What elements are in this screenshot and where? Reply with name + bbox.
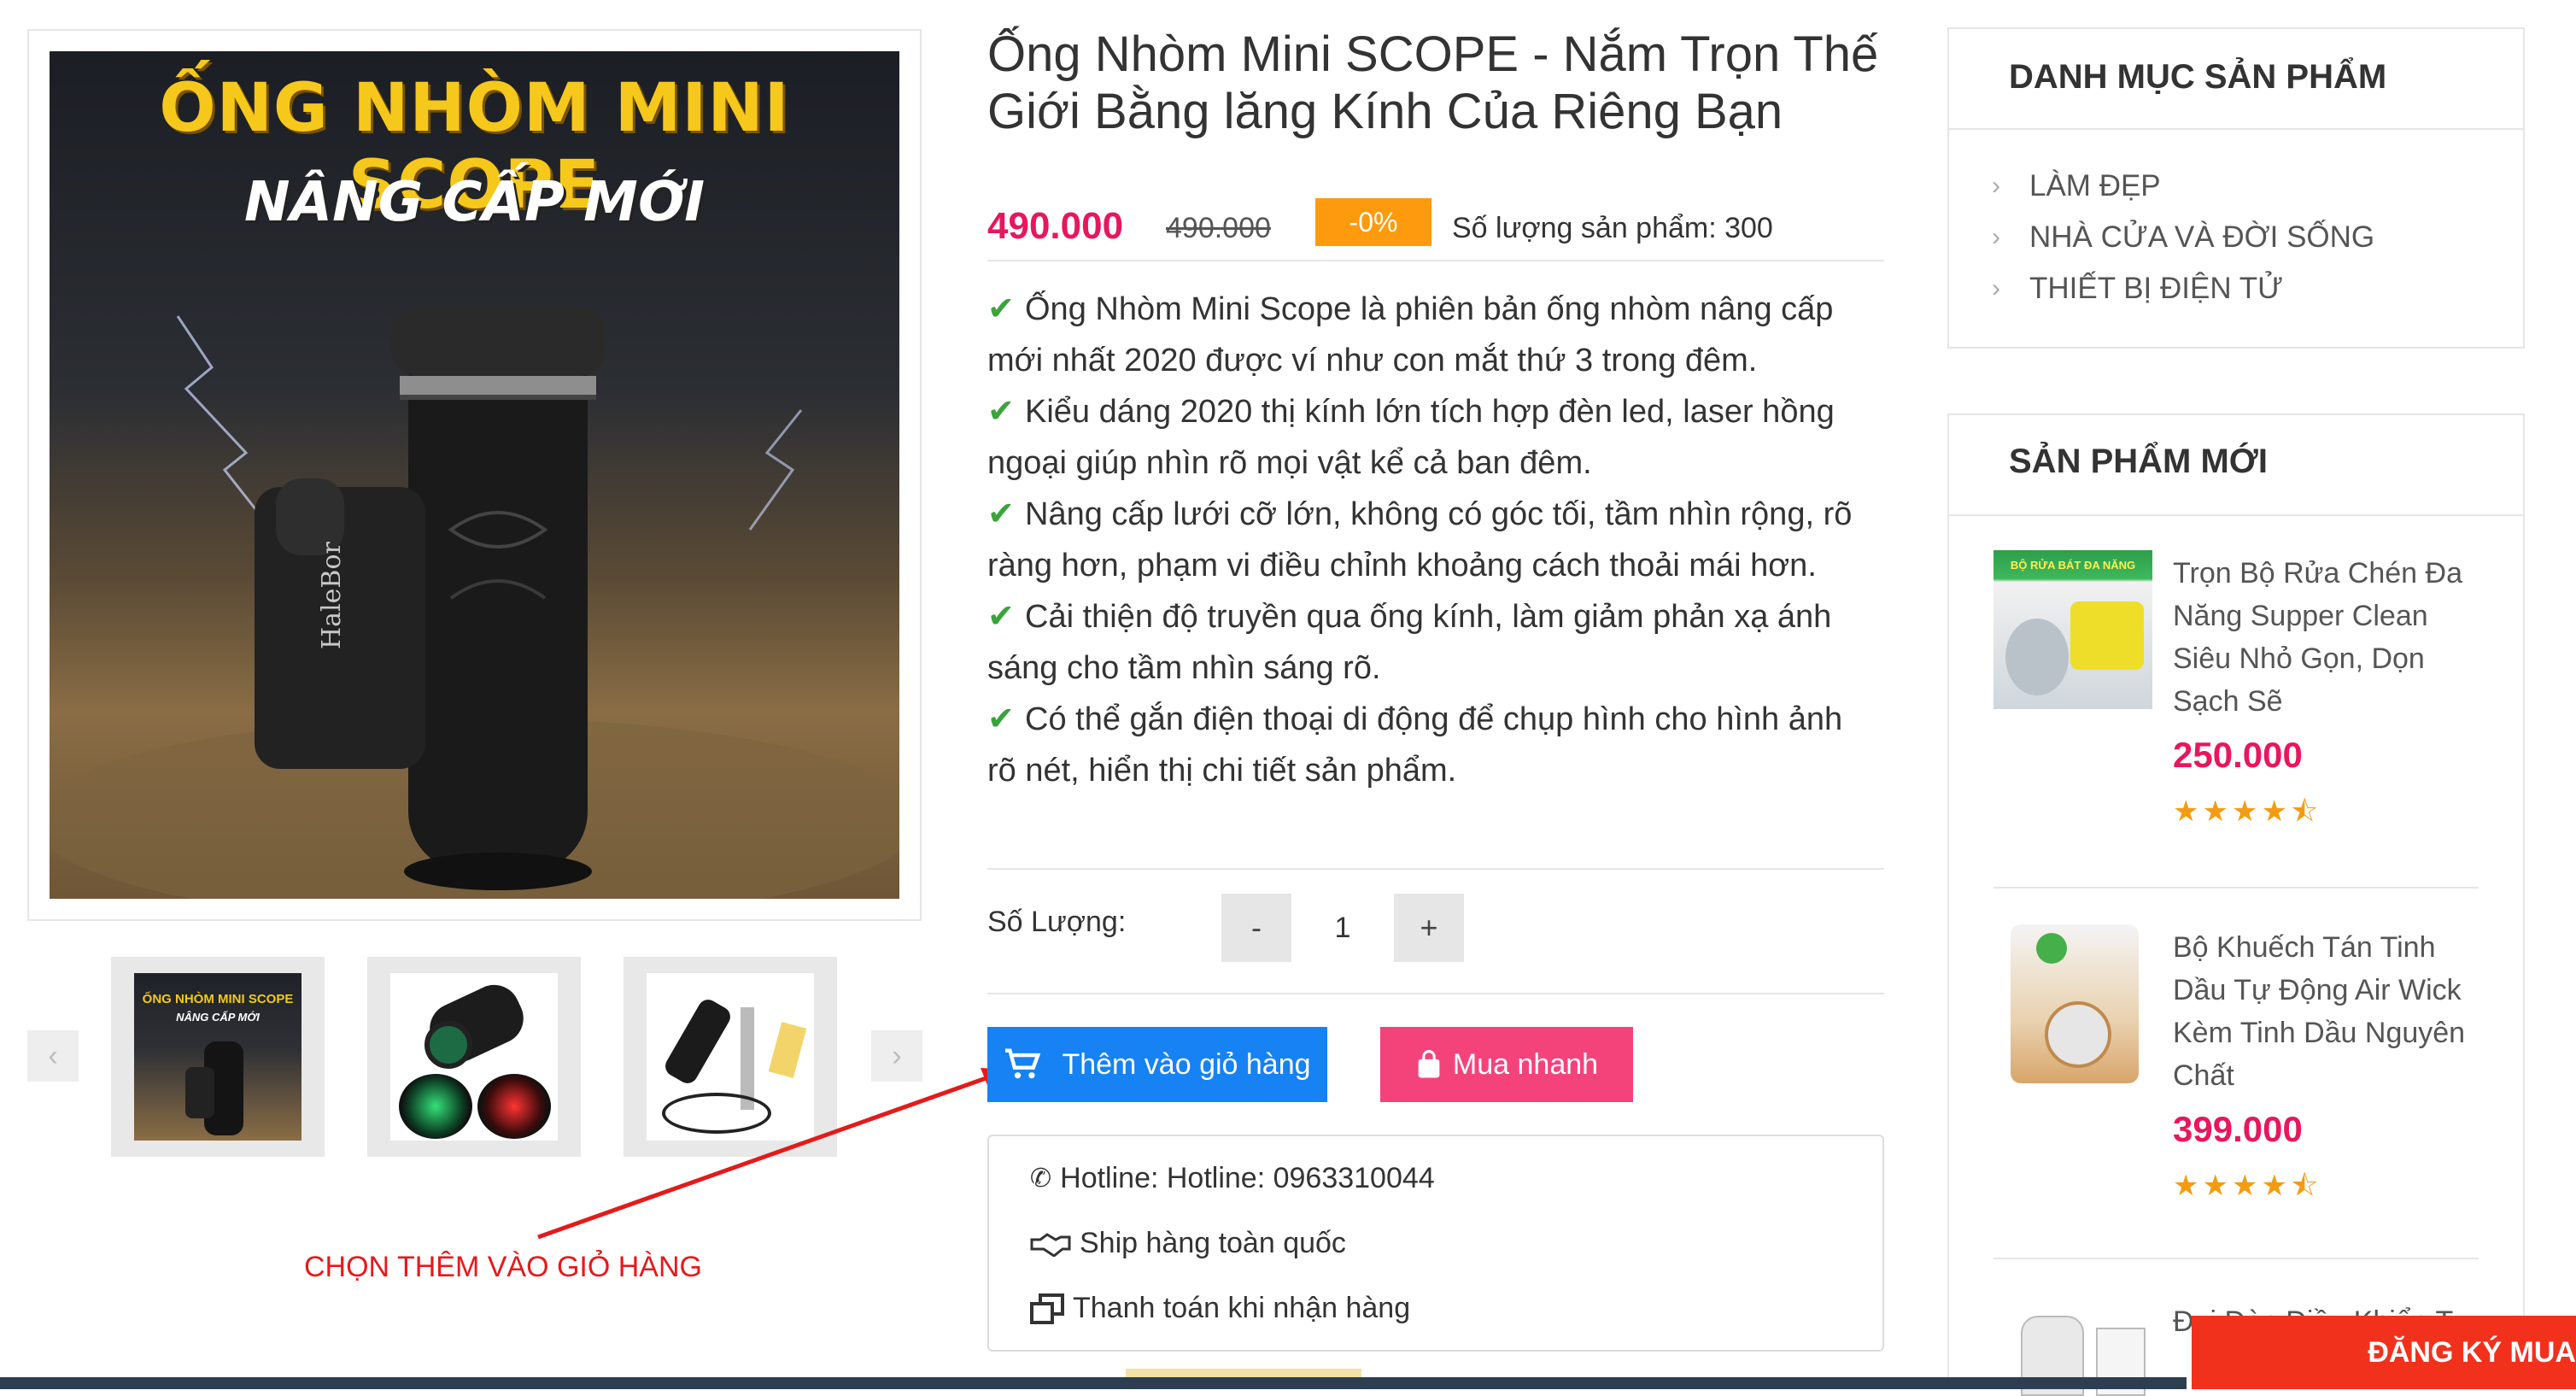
star-icon: ★ [2261, 795, 2291, 828]
new-product-name[interactable]: Bộ Khuếch Tán Tinh Dầu Tự Động Air Wick … [2173, 926, 2485, 1097]
category-item-lam-dep[interactable]: › LÀM ĐẸP [1992, 169, 2161, 203]
quantity-label: Số Lượng: [987, 906, 1127, 938]
feature-item: ✔ Kiểu dáng 2020 thị kính lớn tích hợp đè… [987, 386, 1876, 489]
rating-stars: ★★★★⯪ [2173, 791, 2321, 840]
divider [987, 868, 1884, 870]
price-current: 490.000 [987, 205, 1124, 247]
feature-item: ✔ Ống Nhòm Mini Scope là phiên bản ống nh… [987, 284, 1876, 386]
check-icon: ✔ [987, 496, 1015, 532]
product-description: ✔ Ống Nhòm Mini Scope là phiên bản ống nh… [987, 284, 1876, 796]
hotline-row: ✆ Hotline: Hotline: 0963310044 [1030, 1162, 1435, 1195]
star-icon: ★ [2202, 795, 2232, 828]
add-to-cart-button[interactable]: Thêm vào giỏ hàng [987, 1027, 1327, 1102]
thumb-subheadline: NÂNG CẤP MỚI [176, 1011, 260, 1024]
category-item-nha-cua[interactable]: › NHÀ CỬA VÀ ĐỜI SỐNG [1992, 220, 2374, 255]
payment-row: Thanh toán khi nhận hàng [1030, 1292, 1410, 1325]
shipping-row: Ship hàng toàn quốc [1030, 1227, 1346, 1260]
check-icon: ✔ [987, 599, 1015, 635]
feature-item: ✔ Cải thiện độ truyền qua ống kính, làm g… [987, 591, 1876, 694]
device-brand: HaleBor [317, 541, 347, 649]
chevron-left-icon: ‹ [48, 1039, 58, 1072]
quantity-stepper: - 1 + [1221, 894, 1464, 962]
star-icon: ★ [2173, 1170, 2203, 1202]
chevron-right-icon: › [1992, 274, 2000, 302]
stock-count: Số lượng sản phẩm: 300 [1452, 212, 1773, 244]
thumb-prev-button[interactable]: ‹ [27, 1030, 79, 1082]
product-title: Ống Nhòm Mini SCOPE - Nắm Trọn Thế Giới … [987, 26, 1879, 139]
shop-info-box: ✆ Hotline: Hotline: 0963310044 Ship hàng… [987, 1135, 1884, 1352]
payment-text: Thanh toán khi nhận hàng [1073, 1292, 1411, 1324]
price-original: 490.000 [1166, 212, 1271, 244]
star-icon: ★ [2231, 795, 2262, 828]
handshake-icon [1030, 1232, 1071, 1257]
star-icon: ★ [2202, 1170, 2232, 1202]
category-panel-title: DANH MỤC SẢN PHẨM [2009, 58, 2387, 96]
feature-item: ✔ Nâng cấp lưới cỡ lớn, không có góc tối,… [987, 489, 1876, 591]
annotation-label: CHỌN THÊM VÀO GIỎ HÀNG [304, 1251, 702, 1283]
star-icon: ★ [2173, 795, 2203, 828]
new-product-price: 250.000 [2173, 735, 2303, 775]
hotline-text: Hotline: Hotline: 0963310044 [1060, 1162, 1435, 1194]
buy-now-button[interactable]: Mua nhanh [1380, 1027, 1633, 1102]
register-buy-button[interactable]: ĐĂNG KÝ MUA [2192, 1316, 2576, 1389]
rating-stars: ★★★★⯪ [2173, 1165, 2321, 1214]
new-product-price: 399.000 [2173, 1109, 2303, 1149]
check-icon: ✔ [987, 394, 1015, 430]
payment-icon [1030, 1293, 1064, 1324]
phone-icon: ✆ [1030, 1164, 1052, 1193]
bottom-bar [0, 1377, 2187, 1389]
category-panel: DANH MỤC SẢN PHẨM › LÀM ĐẸP › NHÀ CỬA VÀ Đ… [1947, 27, 2525, 349]
check-icon: ✔ [987, 701, 1015, 737]
new-product-name[interactable]: Trọn Bộ Rửa Chén Đa Năng Supper Clean Si… [2173, 552, 2485, 723]
divider [987, 260, 1884, 261]
quantity-increase-button[interactable]: + [1394, 894, 1464, 962]
buy-now-label: Mua nhanh [1452, 1047, 1599, 1081]
star-half-icon: ⯪ [2290, 1170, 2322, 1202]
star-icon: ★ [2231, 1170, 2262, 1202]
add-to-cart-label: Thêm vào giỏ hàng [1062, 1047, 1311, 1081]
discount-badge: -0% [1315, 198, 1431, 246]
quantity-input[interactable]: 1 [1291, 894, 1394, 962]
thumb-caption: BỘ RỬA BÁT ĐA NĂNG [2010, 559, 2136, 572]
register-buy-label: ĐĂNG KÝ MUA [2368, 1335, 2576, 1369]
thumbnail-1[interactable]: ỐNG NHÒM MINI SCOPE NÂNG CẤP MỚI [111, 957, 325, 1157]
check-icon: ✔ [987, 291, 1015, 327]
cart-icon [1005, 1048, 1041, 1079]
chevron-right-icon: › [1992, 172, 2000, 200]
quantity-decrease-button[interactable]: - [1221, 894, 1291, 962]
chevron-right-icon: › [1992, 223, 2000, 251]
star-icon: ★ [2261, 1170, 2291, 1202]
divider [987, 993, 1884, 994]
bag-icon [1418, 1050, 1440, 1078]
main-product-image[interactable]: ỐNG NHÒM MINI SCOPE NÂNG CẤP MỚI HaleBor [50, 51, 899, 899]
annotation-arrow [537, 1068, 1013, 1240]
category-item-thiet-bi[interactable]: › THIẾT BỊ ĐIỆN TỬ [1992, 272, 2283, 306]
feature-item: ✔ Có thể gắn điện thoại di động để chụp h… [987, 694, 1876, 796]
shipping-text: Ship hàng toàn quốc [1080, 1227, 1346, 1259]
new-product-thumb[interactable] [2011, 924, 2139, 1083]
star-half-icon: ⯪ [2290, 795, 2322, 828]
new-products-panel: SẢN PHẨM MỚI BỘ RỬA BÁT ĐA NĂNG Trọn Bộ … [1947, 414, 2525, 1396]
new-product-thumb[interactable]: BỘ RỬA BÁT ĐA NĂNG [1993, 550, 2152, 709]
thumb-headline: ỐNG NHÒM MINI SCOPE [142, 992, 294, 1006]
rating-strip [1126, 1369, 1361, 1377]
new-products-title: SẢN PHẨM MỚI [2009, 443, 2269, 480]
monocular-illustration: HaleBor [50, 308, 899, 899]
